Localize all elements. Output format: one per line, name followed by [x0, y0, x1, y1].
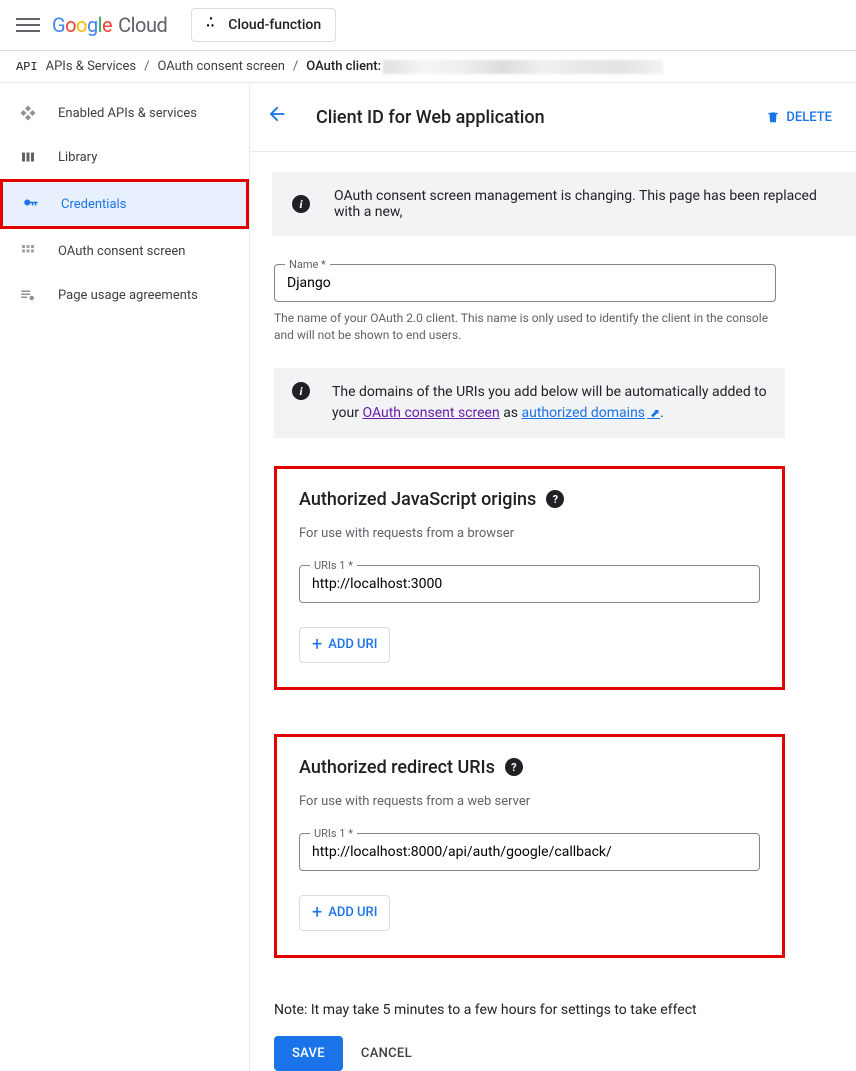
project-name: Cloud-function — [228, 17, 321, 33]
top-bar: Google Cloud Cloud-function — [0, 0, 856, 50]
sidebar-item-page-usage[interactable]: Page usage agreements — [0, 273, 249, 317]
external-link-icon: ⬈ — [647, 406, 660, 420]
redirect-uri-label: URIs 1 * — [310, 827, 357, 840]
name-label: Name * — [285, 258, 330, 271]
hamburger-menu-icon[interactable] — [16, 13, 40, 37]
main-content: Client ID for Web application DELETE i O… — [250, 83, 856, 1071]
sidebar-item-library[interactable]: Library — [0, 135, 249, 179]
sidebar-item-oauth-consent[interactable]: OAuth consent screen — [0, 229, 249, 273]
sidebar-item-label: Page usage agreements — [58, 288, 198, 303]
help-icon[interactable]: ? — [546, 490, 564, 508]
redirect-title: Authorized redirect URIs — [299, 757, 495, 778]
plus-icon: + — [312, 636, 322, 654]
diamond-icon — [18, 103, 38, 123]
js-origins-section: Authorized JavaScript origins ? For use … — [274, 466, 785, 690]
name-help-text: The name of your OAuth 2.0 client. This … — [274, 310, 774, 344]
sidebar-item-label: Library — [58, 150, 97, 165]
oauth-consent-link[interactable]: OAuth consent screen — [362, 405, 499, 421]
banner-text: OAuth consent screen management is chang… — [334, 188, 836, 220]
sidebar-item-label: Enabled APIs & services — [58, 106, 197, 121]
redirect-subtitle: For use with requests from a web server — [299, 794, 760, 809]
authorized-domains-link[interactable]: authorized domains ⬈ — [522, 405, 661, 421]
info-icon: i — [292, 382, 310, 400]
js-origins-title: Authorized JavaScript origins — [299, 489, 536, 510]
domain-info-box: i The domains of the URIs you add below … — [274, 368, 785, 438]
form-actions: SAVE CANCEL — [274, 1036, 856, 1071]
breadcrumb: API APIs & Services / OAuth consent scre… — [0, 50, 856, 83]
info-banner: i OAuth consent screen management is cha… — [272, 172, 856, 236]
save-button[interactable]: SAVE — [274, 1036, 343, 1071]
key-icon — [21, 194, 41, 214]
sidebar-item-label: Credentials — [61, 197, 126, 212]
help-icon[interactable]: ? — [505, 758, 523, 776]
cancel-button[interactable]: CANCEL — [361, 1046, 412, 1061]
page-title: Client ID for Web application — [316, 107, 738, 128]
list-gear-icon — [18, 285, 38, 305]
sidebar-item-label: OAuth consent screen — [58, 244, 185, 259]
delete-button[interactable]: DELETE — [766, 109, 832, 125]
redirect-uri-input[interactable] — [300, 834, 759, 870]
breadcrumb-current[interactable]: OAuth client: — [306, 59, 381, 74]
js-uri-label: URIs 1 * — [310, 559, 357, 572]
trash-icon — [766, 109, 780, 125]
page-header: Client ID for Web application DELETE — [250, 83, 856, 152]
back-arrow-icon[interactable] — [266, 103, 288, 131]
js-origins-subtitle: For use with requests from a browser — [299, 526, 760, 541]
library-icon — [18, 147, 38, 167]
redirect-uris-section: Authorized redirect URIs ? For use with … — [274, 734, 785, 958]
add-uri-button[interactable]: + ADD URI — [299, 627, 390, 663]
sidebar-item-enabled-apis[interactable]: Enabled APIs & services — [0, 91, 249, 135]
consent-icon — [18, 241, 38, 261]
google-cloud-logo[interactable]: Google Cloud — [52, 13, 167, 37]
breadcrumb-consent[interactable]: OAuth consent screen — [157, 59, 284, 74]
js-uri-input[interactable] — [300, 566, 759, 602]
plus-icon: + — [312, 904, 322, 922]
sidebar-item-credentials[interactable]: Credentials — [0, 179, 249, 229]
info-icon: i — [292, 195, 310, 213]
name-field: Name * The name of your OAuth 2.0 client… — [274, 264, 776, 344]
add-uri-button[interactable]: + ADD URI — [299, 895, 390, 931]
project-selector[interactable]: Cloud-function — [191, 8, 336, 42]
save-note: Note: It may take 5 minutes to a few hou… — [274, 1002, 834, 1018]
breadcrumb-redacted — [383, 60, 663, 74]
project-icon — [206, 18, 220, 32]
api-badge: API — [16, 60, 38, 74]
name-input[interactable] — [275, 265, 775, 301]
cloud-label: Cloud — [118, 13, 167, 37]
sidebar: Enabled APIs & services Library Credenti… — [0, 83, 250, 1071]
breadcrumb-apis[interactable]: APIs & Services — [46, 59, 136, 74]
